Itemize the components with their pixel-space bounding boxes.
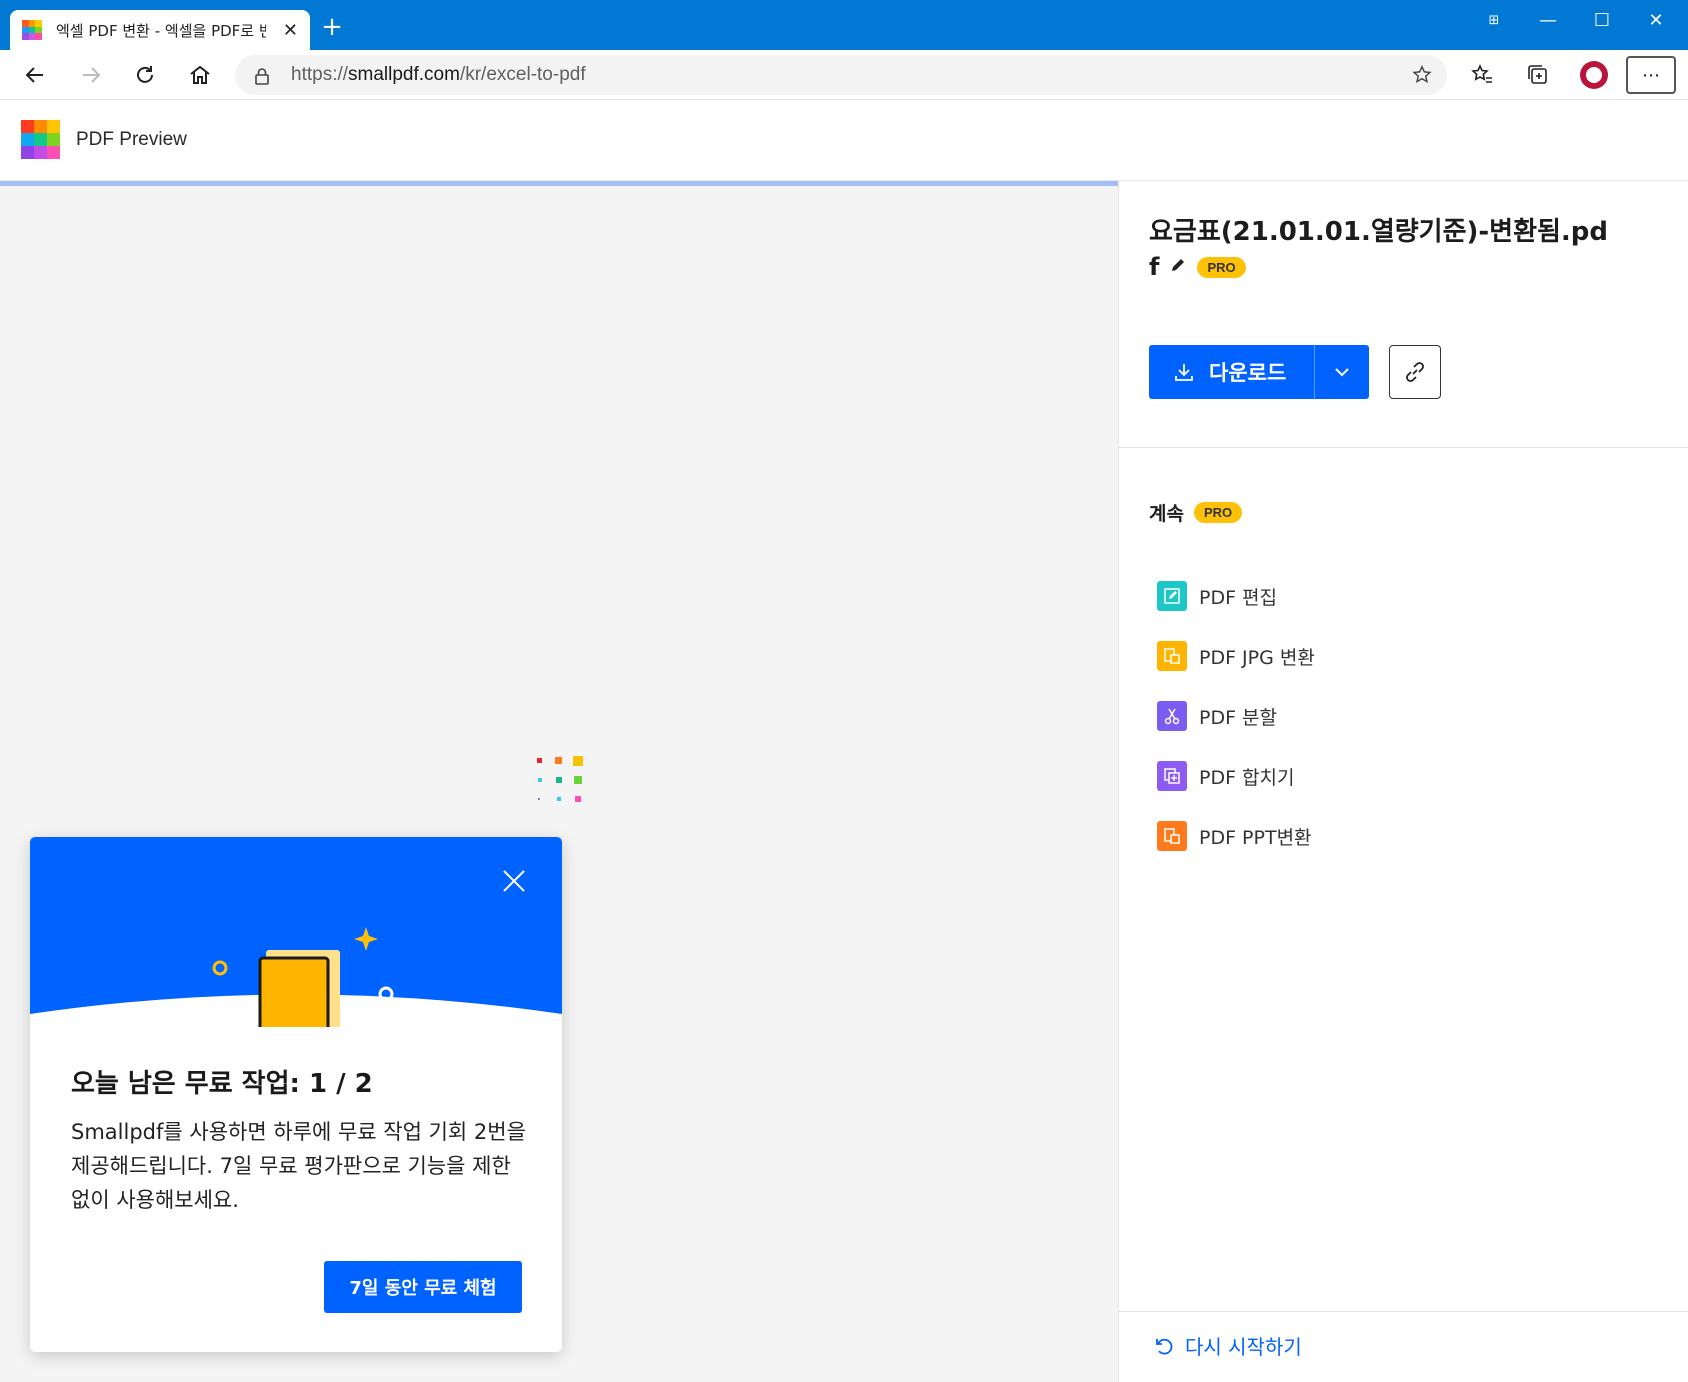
- back-icon[interactable]: [18, 59, 52, 91]
- maximize-icon[interactable]: ☐: [1574, 0, 1630, 40]
- tool-label: PDF JPG 변환: [1199, 646, 1315, 669]
- tab-title: 엑셀 PDF 변환 - 엑셀을 PDF로 변환: [56, 21, 266, 40]
- restart-button[interactable]: 다시 시작하기: [1153, 1331, 1302, 1360]
- smallpdf-favicon-icon: [22, 20, 42, 40]
- tool-pdf-to-ppt[interactable]: PDF PPT변환: [1157, 806, 1315, 866]
- download-label: 다운로드: [1209, 361, 1287, 385]
- merge-pdf-icon: [1157, 761, 1187, 791]
- close-popup-icon[interactable]: [500, 867, 528, 895]
- browser-toolbar: https://smallpdf.com/kr/excel-to-pdf ⋯: [0, 50, 1688, 100]
- popup-body: Smallpdf를 사용하면 하루에 무료 작업 기회 2번을 제공해드립니다.…: [71, 1120, 526, 1212]
- link-icon: [1406, 362, 1424, 382]
- browser-tab[interactable]: 엑셀 PDF 변환 - 엑셀을 PDF로 변환 ✕: [10, 10, 310, 50]
- continue-label: 계속: [1149, 503, 1184, 525]
- continue-heading: 계속 PRO: [1149, 499, 1243, 526]
- forward-icon[interactable]: [74, 59, 108, 91]
- more-options-icon[interactable]: ⋯: [1626, 56, 1676, 94]
- app-name: PDF Preview: [76, 129, 187, 150]
- download-options-chevron-down-icon[interactable]: [1315, 362, 1369, 382]
- refresh-icon[interactable]: [128, 59, 162, 91]
- rename-pencil-icon[interactable]: [1169, 256, 1187, 278]
- free-tasks-popup: 오늘 남은 무료 작업: 1 / 2 Smallpdf를 사용하면 하루에 무료…: [30, 837, 562, 1352]
- url-text[interactable]: https://smallpdf.com/kr/excel-to-pdf: [291, 64, 586, 86]
- home-icon[interactable]: [183, 59, 217, 91]
- download-main[interactable]: 다운로드: [1149, 345, 1315, 399]
- scissors-icon: [1157, 701, 1187, 731]
- add-favorite-icon[interactable]: [1411, 64, 1433, 90]
- tool-edit-pdf[interactable]: PDF 편집: [1157, 566, 1315, 626]
- tool-label: PDF 분할: [1199, 706, 1278, 729]
- pdf-to-jpg-icon: [1157, 641, 1187, 671]
- lock-icon[interactable]: [253, 67, 271, 89]
- popup-hero-illustration: [30, 837, 562, 1027]
- download-icon: [1175, 364, 1193, 381]
- new-tab-icon[interactable]: +: [318, 14, 346, 42]
- tool-label: PDF 편집: [1199, 586, 1278, 609]
- edit-pdf-icon: [1157, 581, 1187, 611]
- tool-label: PDF PPT변환: [1199, 826, 1312, 849]
- address-bar[interactable]: https://smallpdf.com/kr/excel-to-pdf: [235, 55, 1447, 95]
- browser-titlebar: 엑셀 PDF 변환 - 엑셀을 PDF로 변환 ✕ + ⊞ — ☐ ✕: [0, 0, 1688, 50]
- tab-close-icon[interactable]: ✕: [283, 20, 298, 41]
- tool-split-pdf[interactable]: PDF 분할: [1157, 686, 1315, 746]
- tool-label: PDF 합치기: [1199, 766, 1295, 789]
- file-name: 요금표(21.01.01.열량기준)-변환됨.pd: [1149, 217, 1609, 247]
- smallpdf-logo-icon[interactable]: [21, 120, 60, 159]
- tab-actions-icon[interactable]: ⊞: [1466, 0, 1522, 40]
- share-link-button[interactable]: [1389, 345, 1441, 399]
- result-side-panel: 요금표(21.01.01.열량기준)-변환됨.pd f PRO 다운로드 계속 …: [1118, 181, 1688, 1382]
- close-window-icon[interactable]: ✕: [1628, 0, 1684, 40]
- pdf-to-ppt-icon: [1157, 821, 1187, 851]
- tool-merge-pdf[interactable]: PDF 합치기: [1157, 746, 1315, 806]
- loading-progress-bar: [0, 181, 1118, 186]
- restart-icon: [1156, 1338, 1173, 1355]
- favorites-icon[interactable]: [1464, 58, 1500, 92]
- profile-avatar[interactable]: [1576, 58, 1612, 92]
- tool-pdf-to-jpg[interactable]: PDF JPG 변환: [1157, 626, 1315, 686]
- app-header: PDF Preview: [0, 101, 1688, 181]
- popup-title: 오늘 남은 무료 작업: 1 / 2: [71, 1069, 373, 1099]
- tool-list: PDF 편집 PDF JPG 변환 PDF 분할 PDF 합치기 PDF PPT…: [1157, 566, 1315, 866]
- restart-label: 다시 시작하기: [1185, 1335, 1302, 1359]
- pro-badge: PRO: [1197, 256, 1246, 278]
- smallpdf-page: PDF Preview 요금표(21.01.01.열량기준)-변환됨.pd f …: [0, 101, 1688, 1382]
- file-name-row: f PRO: [1149, 253, 1246, 281]
- file-name-ext: f: [1149, 253, 1160, 281]
- pro-badge: PRO: [1193, 502, 1243, 523]
- collections-icon[interactable]: [1520, 58, 1556, 92]
- download-button[interactable]: 다운로드: [1149, 345, 1369, 399]
- loading-spinner-icon: [537, 756, 583, 802]
- free-trial-button[interactable]: 7일 동안 무료 체험: [324, 1261, 522, 1313]
- divider: [1119, 1311, 1688, 1312]
- minimize-icon[interactable]: —: [1520, 0, 1576, 40]
- divider: [1119, 447, 1688, 448]
